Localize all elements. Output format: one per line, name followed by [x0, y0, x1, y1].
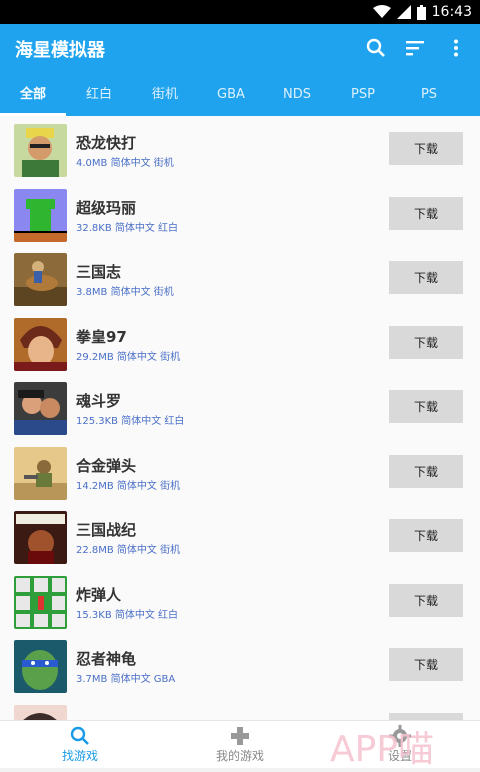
bottom-navigation: 找游戏 我的游戏 设置	[0, 720, 480, 768]
game-list: 恐龙快打 4.0MB 简体中文 街机 下载 超级玛丽 32.8KB 简体中文 红…	[0, 116, 480, 720]
list-item[interactable]: 拳皇97 29.2MB 简体中文 街机 下载	[0, 310, 480, 375]
status-bar: 16:43	[0, 0, 480, 24]
list-item[interactable]: 忍者神龟 3.7MB 简体中文 GBA 下载	[0, 632, 480, 697]
tab-c[interactable]: C	[462, 84, 480, 116]
list-item[interactable]: 三国战纪 22.8MB 简体中文 街机 下载	[0, 503, 480, 568]
download-button[interactable]: 下载	[389, 325, 463, 359]
download-button[interactable]: 下载	[389, 454, 463, 488]
download-button[interactable]: 下载	[389, 261, 463, 294]
gamepad-icon	[229, 725, 251, 747]
tab-all[interactable]: 全部	[0, 84, 66, 116]
app-bar: 海星模拟器 全部 红白 街机 GBA NDS PSP PS C	[0, 24, 480, 116]
gear-icon	[389, 725, 411, 747]
tab-ps[interactable]: PS	[396, 84, 462, 116]
tab-fc[interactable]: 红白	[66, 84, 132, 116]
game-thumbnail	[14, 382, 67, 435]
game-thumbnail	[14, 575, 67, 629]
download-button[interactable]	[389, 712, 463, 720]
game-thumbnail	[14, 124, 67, 177]
category-tabs: 全部 红白 街机 GBA NDS PSP PS C	[0, 84, 480, 116]
game-meta: 22.8MB 简体中文 街机	[76, 545, 181, 556]
download-button[interactable]: 下载	[389, 583, 463, 617]
sort-button[interactable]	[404, 36, 428, 60]
tab-nds[interactable]: NDS	[264, 84, 330, 116]
game-thumbnail	[14, 188, 67, 242]
download-button[interactable]: 下载	[389, 132, 463, 165]
game-meta: 29.2MB 简体中文 街机	[76, 351, 181, 363]
search-icon	[366, 38, 385, 57]
game-thumbnail	[14, 704, 67, 720]
nav-find-games[interactable]: 找游戏	[0, 721, 160, 768]
game-meta: 3.7MB 简体中文 GBA	[76, 674, 176, 685]
more-button[interactable]	[444, 36, 468, 60]
download-button[interactable]: 下载	[389, 648, 463, 681]
wifi-icon	[372, 5, 391, 19]
nav-settings[interactable]: 设置	[320, 721, 480, 768]
battery-icon	[416, 4, 426, 20]
game-name: 合金弹头	[76, 456, 137, 475]
game-thumbnail	[14, 317, 67, 371]
nav-my-games[interactable]: 我的游戏	[160, 721, 320, 768]
download-button[interactable]: 下载	[389, 196, 463, 230]
game-name: 拳皇97	[76, 327, 127, 346]
list-item-partial[interactable]	[0, 697, 480, 720]
list-item[interactable]: 恐龙快打 4.0MB 简体中文 街机 下载	[0, 116, 480, 181]
app-bar-actions	[364, 36, 468, 60]
list-item[interactable]: 炸弹人 15.3KB 简体中文 红白 下载	[0, 568, 480, 633]
download-button[interactable]: 下载	[389, 390, 463, 423]
game-name: 三国战纪	[76, 521, 137, 539]
game-meta: 125.3KB 简体中文 红白	[76, 416, 185, 427]
game-thumbnail	[14, 511, 67, 564]
game-meta: 15.3KB 简体中文 红白	[76, 609, 179, 621]
signal-icon	[396, 5, 411, 19]
game-meta: 32.8KB 简体中文 红白	[76, 222, 179, 234]
list-item[interactable]: 魂斗罗 125.3KB 简体中文 红白 下载	[0, 374, 480, 439]
game-thumbnail	[14, 253, 67, 306]
tab-gba[interactable]: GBA	[198, 84, 264, 116]
game-thumbnail	[14, 446, 67, 500]
search-icon	[70, 725, 90, 747]
status-time: 16:43	[431, 4, 472, 20]
game-meta: 4.0MB 简体中文 街机	[76, 158, 174, 169]
nav-label: 找游戏	[61, 749, 98, 763]
game-thumbnail	[14, 640, 67, 693]
game-meta: 3.8MB 简体中文 街机	[76, 287, 174, 298]
search-button[interactable]	[364, 36, 388, 60]
game-name: 忍者神龟	[76, 650, 137, 668]
nav-label: 我的游戏	[215, 749, 264, 763]
game-name: 魂斗罗	[76, 392, 122, 410]
sort-icon	[406, 41, 424, 56]
game-name: 三国志	[76, 263, 122, 281]
list-item[interactable]: 三国志 3.8MB 简体中文 街机 下载	[0, 245, 480, 310]
more-vert-icon	[454, 39, 458, 57]
game-name: 炸弹人	[76, 585, 122, 604]
game-name: 超级玛丽	[76, 198, 137, 217]
game-meta: 14.2MB 简体中文 街机	[76, 480, 181, 492]
game-name: 恐龙快打	[76, 134, 137, 152]
nav-label: 设置	[387, 749, 412, 763]
list-item[interactable]: 超级玛丽 32.8KB 简体中文 红白 下载	[0, 181, 480, 246]
download-button[interactable]: 下载	[389, 519, 463, 552]
tab-arcade[interactable]: 街机	[132, 84, 198, 116]
app-title: 海星模拟器	[15, 40, 105, 61]
tab-psp[interactable]: PSP	[330, 84, 396, 116]
list-item[interactable]: 合金弹头 14.2MB 简体中文 街机 下载	[0, 439, 480, 504]
